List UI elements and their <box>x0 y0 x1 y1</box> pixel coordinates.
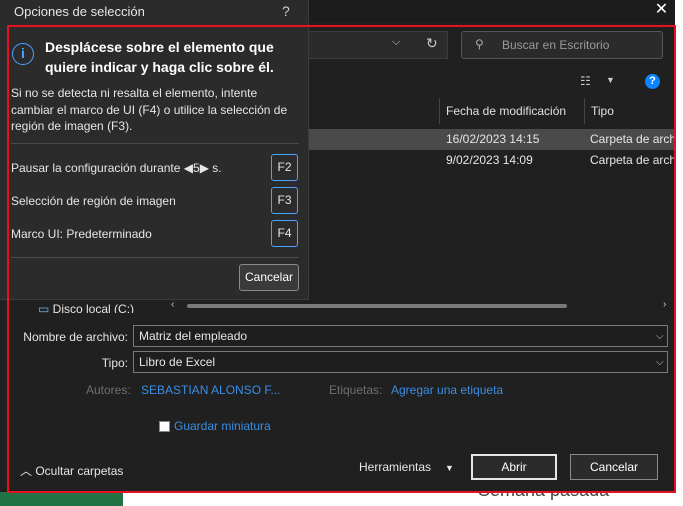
tools-label: Herramientas <box>359 460 432 474</box>
chevron-up-icon: ︿ <box>20 464 36 478</box>
scroll-right-icon[interactable]: › <box>663 299 666 310</box>
column-header-type[interactable]: Tipo <box>584 98 675 124</box>
info-icon: i <box>12 43 34 65</box>
row-type: Carpeta de archivos <box>590 132 675 146</box>
tools-button[interactable]: Herramientas ▼ <box>359 460 454 474</box>
scroll-left-icon[interactable]: ‹ <box>171 299 174 310</box>
authors-label: Autores: <box>86 383 131 397</box>
type-select[interactable]: Libro de Excel <box>133 351 668 373</box>
close-icon[interactable]: ✕ <box>648 0 675 22</box>
popup-heading: Desplácese sobre el elemento que quiere … <box>45 39 274 75</box>
row-date: 9/02/2023 14:09 <box>446 153 533 167</box>
increase-icon[interactable]: ▶ <box>200 161 209 175</box>
popup-title: Opciones de selección <box>14 4 145 19</box>
popup-cancel-button[interactable]: Cancelar <box>239 264 299 291</box>
authors-value[interactable]: SEBASTIAN ALONSO F... <box>141 383 280 397</box>
decrease-icon[interactable]: ◀ <box>184 161 193 175</box>
row-date: 16/02/2023 14:15 <box>446 132 540 146</box>
view-options-icon[interactable]: ☷ <box>580 74 591 88</box>
tags-label: Etiquetas: <box>329 383 383 397</box>
open-button[interactable]: Abrir <box>471 454 557 480</box>
divider <box>11 143 299 144</box>
row-type: Carpeta de archivos <box>590 153 675 167</box>
chevron-down-icon[interactable]: ⌵ <box>656 357 664 368</box>
refresh-icon[interactable]: ↻ <box>426 35 438 52</box>
chevron-down-icon: ▼ <box>445 463 454 473</box>
pause-seconds: 5 <box>193 161 200 175</box>
filename-field[interactable]: Matriz del empleado <box>133 325 668 347</box>
pause-suffix: s. <box>212 161 222 175</box>
f4-key-button[interactable]: F4 <box>271 220 298 247</box>
background-app-edge <box>675 0 683 506</box>
filename-label: Nombre de archivo: <box>23 330 128 344</box>
pause-option: Pausar la configuración durante ◀5▶ s. <box>11 161 222 175</box>
chevron-down-icon[interactable]: ⌵ <box>392 36 400 49</box>
cancel-button[interactable]: Cancelar <box>570 454 658 480</box>
chevron-down-icon[interactable]: ⌵ <box>656 331 664 342</box>
popup-description: Si no se detecta ni resalta el elemento,… <box>11 86 288 133</box>
view-chevron-icon[interactable]: ▼ <box>606 75 615 85</box>
search-placeholder: Buscar en Escritorio <box>502 38 610 52</box>
add-tag-link[interactable]: Agregar una etiqueta <box>391 383 503 397</box>
hide-folders-label: Ocultar carpetas <box>35 464 124 478</box>
type-label: Tipo: <box>101 356 128 370</box>
ui-frame-value: Predeterminado <box>66 227 152 241</box>
f3-key-button[interactable]: F3 <box>271 187 298 214</box>
thumbnail-label[interactable]: Guardar miniatura <box>174 419 271 433</box>
popup-help-icon[interactable]: ? <box>282 3 290 19</box>
scrollbar-thumb[interactable] <box>187 304 567 308</box>
f2-key-button[interactable]: F2 <box>271 154 298 181</box>
region-selection-label: Selección de región de imagen <box>11 194 176 208</box>
help-icon[interactable]: ? <box>645 74 660 89</box>
search-icon: ⚲ <box>475 37 484 51</box>
column-header-date[interactable]: Fecha de modificación <box>439 98 584 124</box>
thumbnail-checkbox[interactable] <box>159 421 170 432</box>
ui-frame-option: Marco UI: Predeterminado <box>11 227 152 241</box>
pause-label: Pausar la configuración durante <box>11 161 181 175</box>
divider <box>11 257 299 258</box>
ui-frame-label: Marco UI: <box>11 227 64 241</box>
hide-folders-button[interactable]: ︿ Ocultar carpetas <box>20 462 123 479</box>
